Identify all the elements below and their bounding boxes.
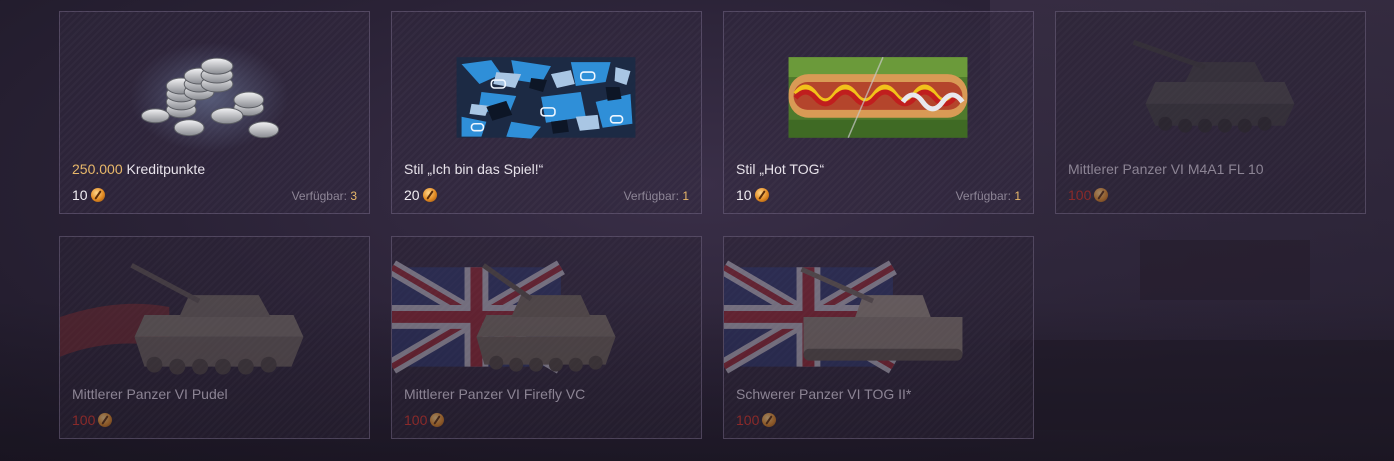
shop-item-tank-firefly-vc[interactable]: Mittlerer Panzer VI Firefly VC 100 bbox=[391, 236, 702, 439]
bond-coin-icon bbox=[430, 413, 445, 427]
item-title: 250.000 Kreditpunkte bbox=[72, 161, 205, 177]
tank-image bbox=[724, 260, 963, 374]
bond-coin-icon bbox=[90, 188, 105, 202]
item-price: 100 bbox=[1068, 187, 1109, 203]
shop-item-style-ich-bin-das-spiel[interactable]: Stil „Ich bin das Spiel!“ 20 Verfügbar: … bbox=[391, 11, 702, 214]
bond-coin-icon bbox=[754, 188, 769, 202]
shop-item-credits[interactable]: 250.000 Kreditpunkte 10 Verfügbar: 3 bbox=[59, 11, 370, 214]
bond-coin-icon bbox=[422, 188, 437, 202]
item-name: Kreditpunkte bbox=[126, 161, 206, 177]
price-value: 100 bbox=[736, 412, 760, 428]
camouflage-pattern-image bbox=[456, 57, 636, 139]
tank-image bbox=[392, 260, 616, 374]
price-value: 100 bbox=[72, 412, 96, 428]
price-value: 10 bbox=[736, 187, 752, 203]
tank-name: M4A1 FL 10 bbox=[1187, 161, 1264, 177]
item-title: Stil „Hot TOG“ bbox=[736, 161, 825, 177]
availability: Verfügbar: 1 bbox=[624, 189, 689, 203]
bond-coin-icon bbox=[762, 413, 777, 427]
item-title: Schwerer Panzer VI TOG II* bbox=[736, 386, 911, 402]
availability-value: 1 bbox=[1014, 189, 1021, 203]
bond-coin-icon bbox=[98, 413, 113, 427]
item-price: 10 bbox=[72, 187, 105, 203]
bond-coin-icon bbox=[1094, 188, 1109, 202]
item-price: 100 bbox=[72, 412, 113, 428]
tank-name: Firefly VC bbox=[523, 386, 586, 402]
price-value: 20 bbox=[404, 187, 420, 203]
tank-tier: VI bbox=[506, 386, 520, 402]
tank-tier: VI bbox=[174, 386, 188, 402]
tank-name: TOG II* bbox=[864, 386, 912, 402]
item-price: 100 bbox=[736, 412, 777, 428]
silver-coins-image bbox=[129, 42, 289, 152]
shop-item-style-hot-tog[interactable]: Stil „Hot TOG“ 10 Verfügbar: 1 bbox=[723, 11, 1034, 214]
availability: Verfügbar: 3 bbox=[292, 189, 357, 203]
tank-class: Mittlerer Panzer bbox=[404, 386, 503, 402]
item-title: Mittlerer Panzer VI Pudel bbox=[72, 386, 228, 402]
price-value: 10 bbox=[72, 187, 88, 203]
tank-image bbox=[60, 263, 304, 375]
item-title: Stil „Ich bin das Spiel!“ bbox=[404, 161, 544, 177]
item-price: 20 bbox=[404, 187, 437, 203]
item-price: 10 bbox=[736, 187, 769, 203]
shop-item-tank-m4a1-fl-10[interactable]: Mittlerer Panzer VI M4A1 FL 10 100 bbox=[1055, 11, 1366, 214]
availability-label: Verfügbar: bbox=[955, 189, 1011, 203]
item-title: Mittlerer Panzer VI Firefly VC bbox=[404, 386, 585, 402]
availability: Verfügbar: 1 bbox=[956, 189, 1021, 203]
shop-item-tank-tog-ii[interactable]: Schwerer Panzer VI TOG II* 100 bbox=[723, 236, 1034, 439]
item-price: 100 bbox=[404, 412, 445, 428]
price-value: 100 bbox=[1068, 187, 1092, 203]
availability-value: 1 bbox=[682, 189, 689, 203]
item-title: Mittlerer Panzer VI M4A1 FL 10 bbox=[1068, 161, 1264, 177]
tank-class: Mittlerer Panzer bbox=[1068, 161, 1167, 177]
tank-class: Schwerer Panzer bbox=[736, 386, 844, 402]
price-value: 100 bbox=[404, 412, 428, 428]
shop-item-tank-pudel[interactable]: Mittlerer Panzer VI Pudel 100 bbox=[59, 236, 370, 439]
availability-label: Verfügbar: bbox=[291, 189, 347, 203]
tank-tier: VI bbox=[1170, 161, 1184, 177]
tank-image bbox=[1132, 39, 1295, 133]
tank-tier: VI bbox=[847, 386, 861, 402]
credit-amount: 250.000 bbox=[72, 161, 123, 177]
hot-dog-pattern-image bbox=[788, 56, 968, 138]
tank-class: Mittlerer Panzer bbox=[72, 386, 171, 402]
availability-value: 3 bbox=[350, 189, 357, 203]
tank-name: Pudel bbox=[191, 386, 228, 402]
availability-label: Verfügbar: bbox=[623, 189, 679, 203]
